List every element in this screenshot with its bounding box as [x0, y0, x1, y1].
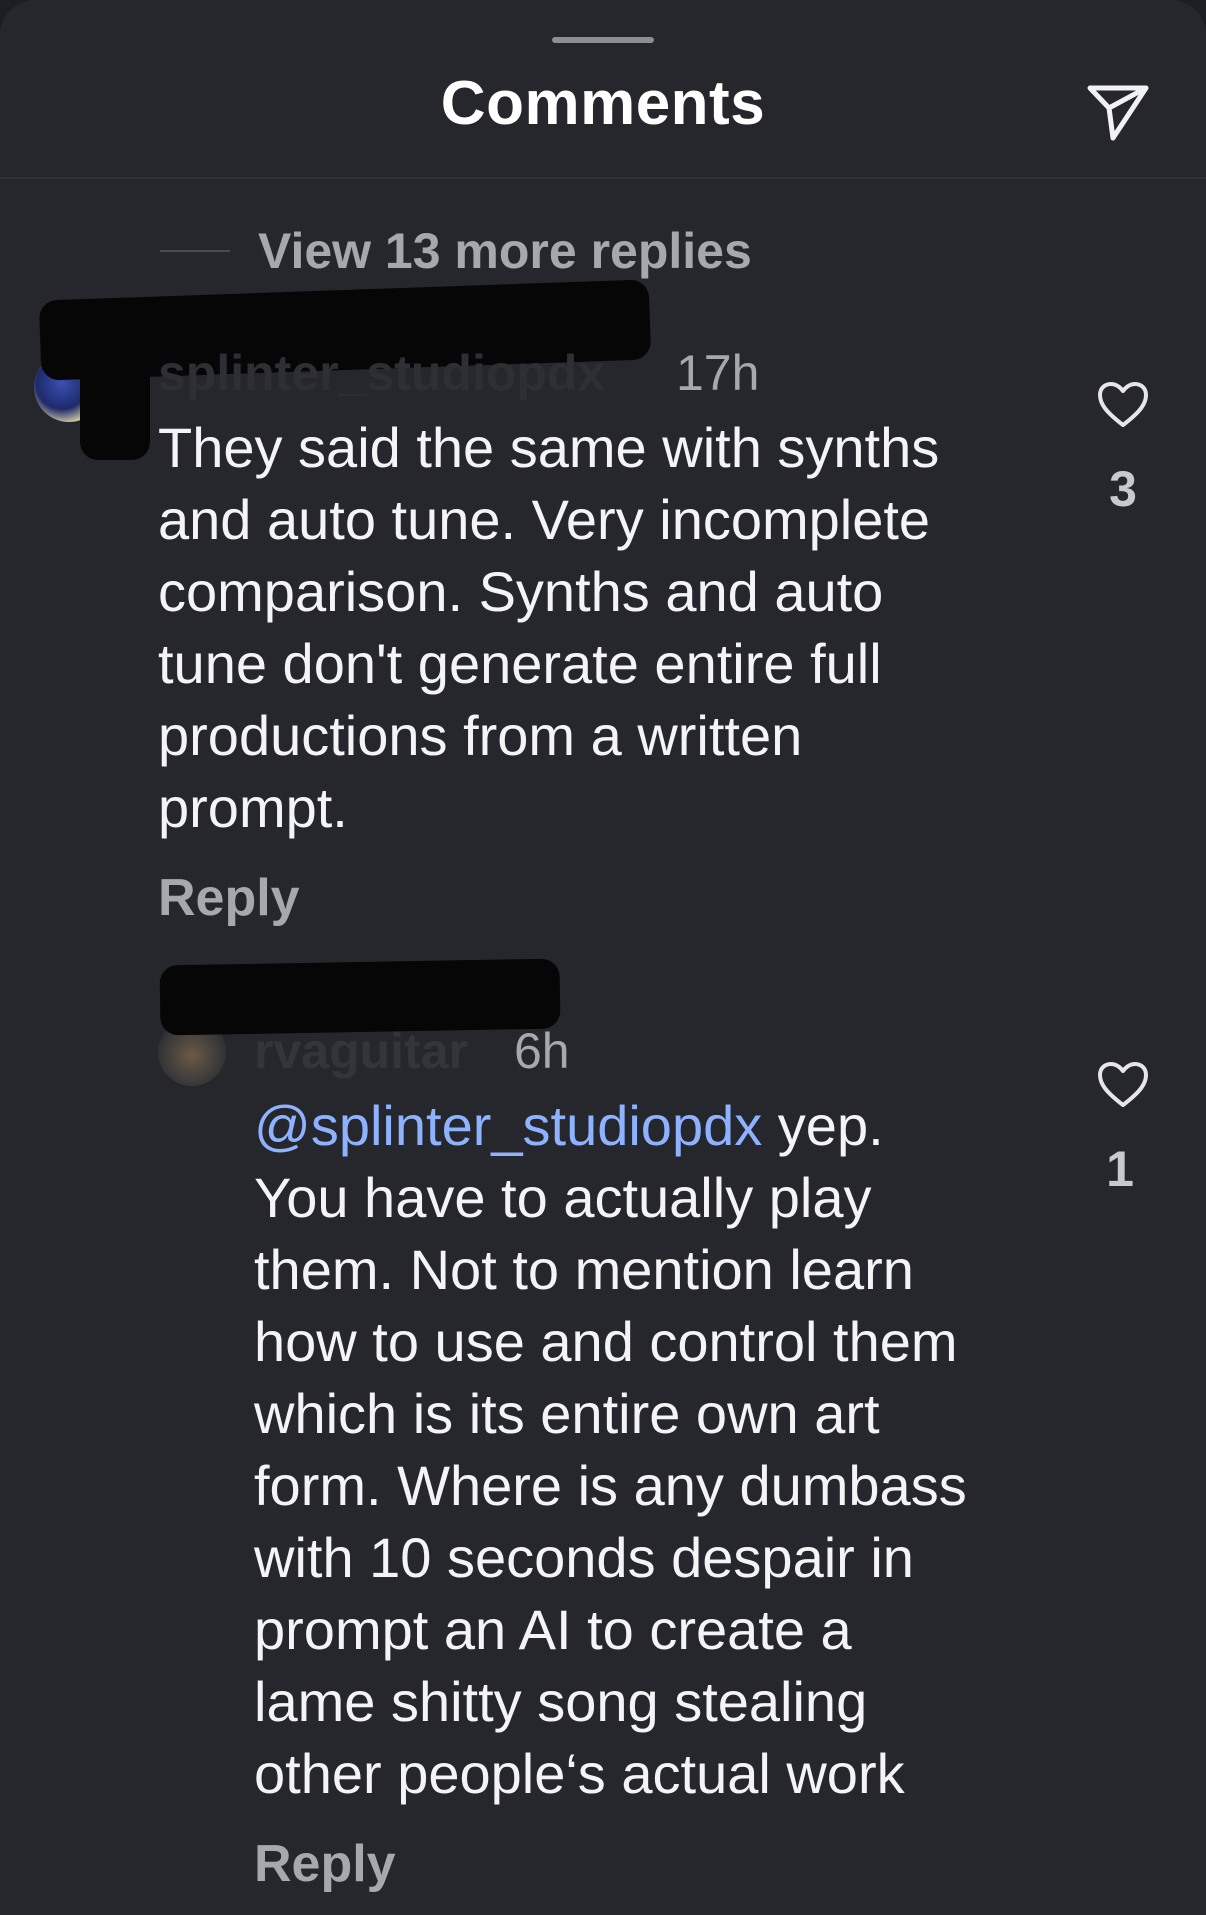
comment-timestamp: 6h [514, 1023, 570, 1079]
comment-username[interactable]: rvaguitar [254, 1022, 468, 1080]
heart-outline-icon[interactable] [1096, 1060, 1150, 1110]
comment-item: rvaguitar 6h @splinter_studiopdx yep. Yo… [0, 0, 1206, 1915]
like-count: 1 [1106, 1141, 1134, 1197]
reply-button[interactable]: Reply [254, 1834, 396, 1894]
comments-sheet: Comments View 13 more replies splinter_s… [0, 0, 1206, 1915]
comment-body-text: yep. You have to actually play them. Not… [254, 1094, 967, 1805]
comment-body: @splinter_studiopdx yep. You have to act… [254, 1090, 1114, 1810]
comments-panel: Comments View 13 more replies splinter_s… [0, 0, 1206, 1915]
mention-link[interactable]: @splinter_studiopdx [254, 1094, 762, 1157]
